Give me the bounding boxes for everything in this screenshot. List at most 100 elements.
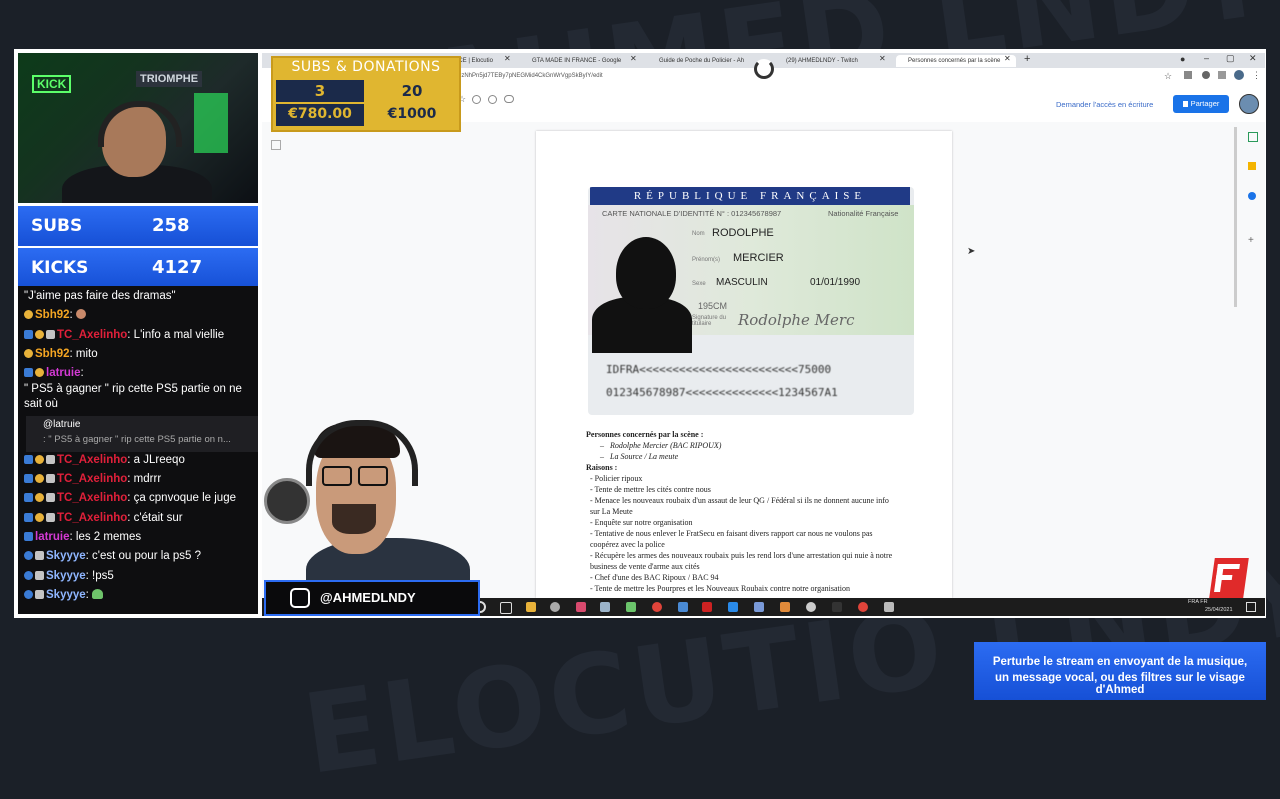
promo-line-1: Perturbe le stream en envoyant de la mus… xyxy=(992,656,1248,668)
tasks-icon[interactable] xyxy=(1248,192,1256,200)
app-icon[interactable] xyxy=(884,602,894,612)
sexe-label: Sexe xyxy=(692,281,706,287)
triomphe-sign: TRIOMPHE xyxy=(136,71,203,87)
chat-text: : xyxy=(69,309,73,321)
avatar[interactable] xyxy=(1234,70,1244,80)
extension-icon[interactable] xyxy=(1184,71,1192,79)
browser-tab[interactable]: (29) AHMEDLNDY - Twitch xyxy=(774,55,890,67)
subs-value: 258 xyxy=(152,215,190,236)
move-icon[interactable] xyxy=(472,95,481,104)
gift-badge-icon xyxy=(35,590,44,599)
close-tab-icon[interactable]: ✕ xyxy=(1004,54,1011,63)
app-icon[interactable] xyxy=(780,602,790,612)
gold-badge-icon xyxy=(35,513,44,522)
sheets-icon[interactable] xyxy=(1248,132,1258,142)
chat-user[interactable]: Skyyye xyxy=(46,550,86,562)
gift-badge-icon xyxy=(46,513,55,522)
gear-icon[interactable] xyxy=(806,602,816,612)
gift-badge-icon xyxy=(46,455,55,464)
app-icon[interactable] xyxy=(678,602,688,612)
star-icon[interactable]: ☆ xyxy=(1164,71,1172,82)
chat-message: TC_Axelinho: ça cpnvoque le juge xyxy=(24,491,252,506)
app-icon[interactable] xyxy=(576,602,586,612)
share-button[interactable]: Partager xyxy=(1173,95,1229,113)
file-explorer-icon[interactable] xyxy=(526,602,536,612)
subs-counter: SUBS 258 xyxy=(18,206,258,246)
close-tab-icon[interactable]: ✕ xyxy=(630,54,637,63)
notifications-icon[interactable] xyxy=(1246,602,1256,612)
kebab-menu-icon[interactable]: ⋮ xyxy=(1252,70,1261,81)
add-addon-icon[interactable]: + xyxy=(1248,235,1254,246)
doc-reason-item: - Chef d'une des BAC Ripoux / BAC 94 xyxy=(590,573,719,582)
app-icon[interactable] xyxy=(832,602,842,612)
user-avatar[interactable] xyxy=(1239,94,1259,114)
chat-user[interactable]: Skyyye xyxy=(46,589,86,601)
chat-user[interactable]: TC_Axelinho xyxy=(57,454,127,466)
download-icon[interactable] xyxy=(1218,71,1226,79)
doc-reason-item: - Enquête sur notre organisation xyxy=(590,518,693,527)
globe-badge-icon xyxy=(24,551,33,560)
steam-icon[interactable] xyxy=(600,602,610,612)
id-card-nationality: Nationalité Française xyxy=(828,209,899,218)
gold-badge-icon xyxy=(35,474,44,483)
share-label: Partager xyxy=(1190,99,1220,108)
chat-text: : xyxy=(80,367,84,379)
chat-user[interactable]: TC_Axelinho xyxy=(57,473,127,485)
chat-user[interactable]: TC_Axelinho xyxy=(57,492,127,504)
globe-badge-icon xyxy=(24,571,33,580)
id-card-header: RÉPUBLIQUE FRANÇAISE xyxy=(590,187,910,205)
url-text[interactable]: 0zNhPn5jd7TEBy7pNEGMid4CkGnWrVgpSkByIY/e… xyxy=(458,73,603,79)
scrollbar[interactable] xyxy=(1234,127,1237,307)
profile-dot-icon[interactable]: ● xyxy=(1180,54,1185,64)
chat-user[interactable]: latruie xyxy=(35,531,70,543)
request-access-link[interactable]: Demander l'accès en écriture xyxy=(1056,100,1153,109)
close-tab-icon[interactable]: ✕ xyxy=(504,54,511,63)
new-tab-icon[interactable]: + xyxy=(1024,53,1030,65)
subs-donations-widget: SUBS & DONATIONS 3 20 €780.00 €1000 xyxy=(271,56,461,132)
prenom-value: MERCIER xyxy=(733,252,784,264)
chat-text: : mdrrr xyxy=(127,473,162,485)
chat-message: latruie: les 2 memes xyxy=(24,530,252,545)
chat-message: " PS5 à gagner " rip cette PS5 partie on… xyxy=(24,382,252,412)
app-icon[interactable] xyxy=(626,602,636,612)
close-tab-icon[interactable]: ✕ xyxy=(879,54,886,63)
chat-user[interactable]: TC_Axelinho xyxy=(57,329,127,341)
language-indicator[interactable]: FRA FR xyxy=(1188,599,1208,606)
puzzle-icon[interactable] xyxy=(1202,71,1210,79)
chat-text: : mito xyxy=(69,348,98,360)
chrome-icon[interactable] xyxy=(858,602,868,612)
taille-value: 195CM xyxy=(698,301,728,311)
keep-icon[interactable] xyxy=(1248,162,1256,170)
doc-heading-persons: Personnes concernés par la scène : xyxy=(586,430,704,439)
chat-user[interactable]: Sbh92 xyxy=(35,309,70,321)
gift-badge-icon xyxy=(46,474,55,483)
prenom-label: Prénom(s) xyxy=(692,257,721,263)
app-icon[interactable] xyxy=(728,602,738,612)
browser-tab-active[interactable]: Personnes concernés par la scène xyxy=(896,55,1016,67)
close-window-icon[interactable]: ✕ xyxy=(1249,53,1257,64)
minimize-icon[interactable]: – xyxy=(1204,53,1209,63)
outline-icon[interactable] xyxy=(271,140,281,150)
app-icon[interactable] xyxy=(754,602,764,612)
subs-count: 3 xyxy=(314,82,326,100)
clock-date[interactable]: 25/04/2021 xyxy=(1205,607,1233,613)
chat-user[interactable]: TC_Axelinho xyxy=(57,512,127,524)
task-view-icon[interactable] xyxy=(500,602,512,614)
brand-logo-icon xyxy=(1209,558,1249,598)
chat-message: latruie: xyxy=(24,366,252,381)
maximize-icon[interactable]: ▢ xyxy=(1226,53,1235,64)
chat-user[interactable]: Sbh92 xyxy=(35,348,70,360)
chrome-icon[interactable] xyxy=(652,602,662,612)
status-icon[interactable] xyxy=(488,95,497,104)
promo-line-2: un message vocal, ou des filtres sur le … xyxy=(995,672,1245,696)
chat-user[interactable]: latruie xyxy=(46,367,81,379)
cloud-icon[interactable] xyxy=(504,95,514,103)
doc-person-item: – Rodolphe Mercier (BAC RIPOUX) xyxy=(600,441,722,450)
browser-tab[interactable]: Guide de Poche du Policier - Ah xyxy=(647,55,769,67)
chat-user[interactable]: Skyyye xyxy=(46,570,86,582)
chat-text: "J'aime pas faire des dramas" xyxy=(24,290,176,302)
app-icon[interactable] xyxy=(702,602,712,612)
obs-icon[interactable] xyxy=(550,602,560,612)
reply-user: @latruie xyxy=(43,419,81,430)
browser-tab[interactable]: GTA MADE IN FRANCE - Google xyxy=(520,55,644,67)
